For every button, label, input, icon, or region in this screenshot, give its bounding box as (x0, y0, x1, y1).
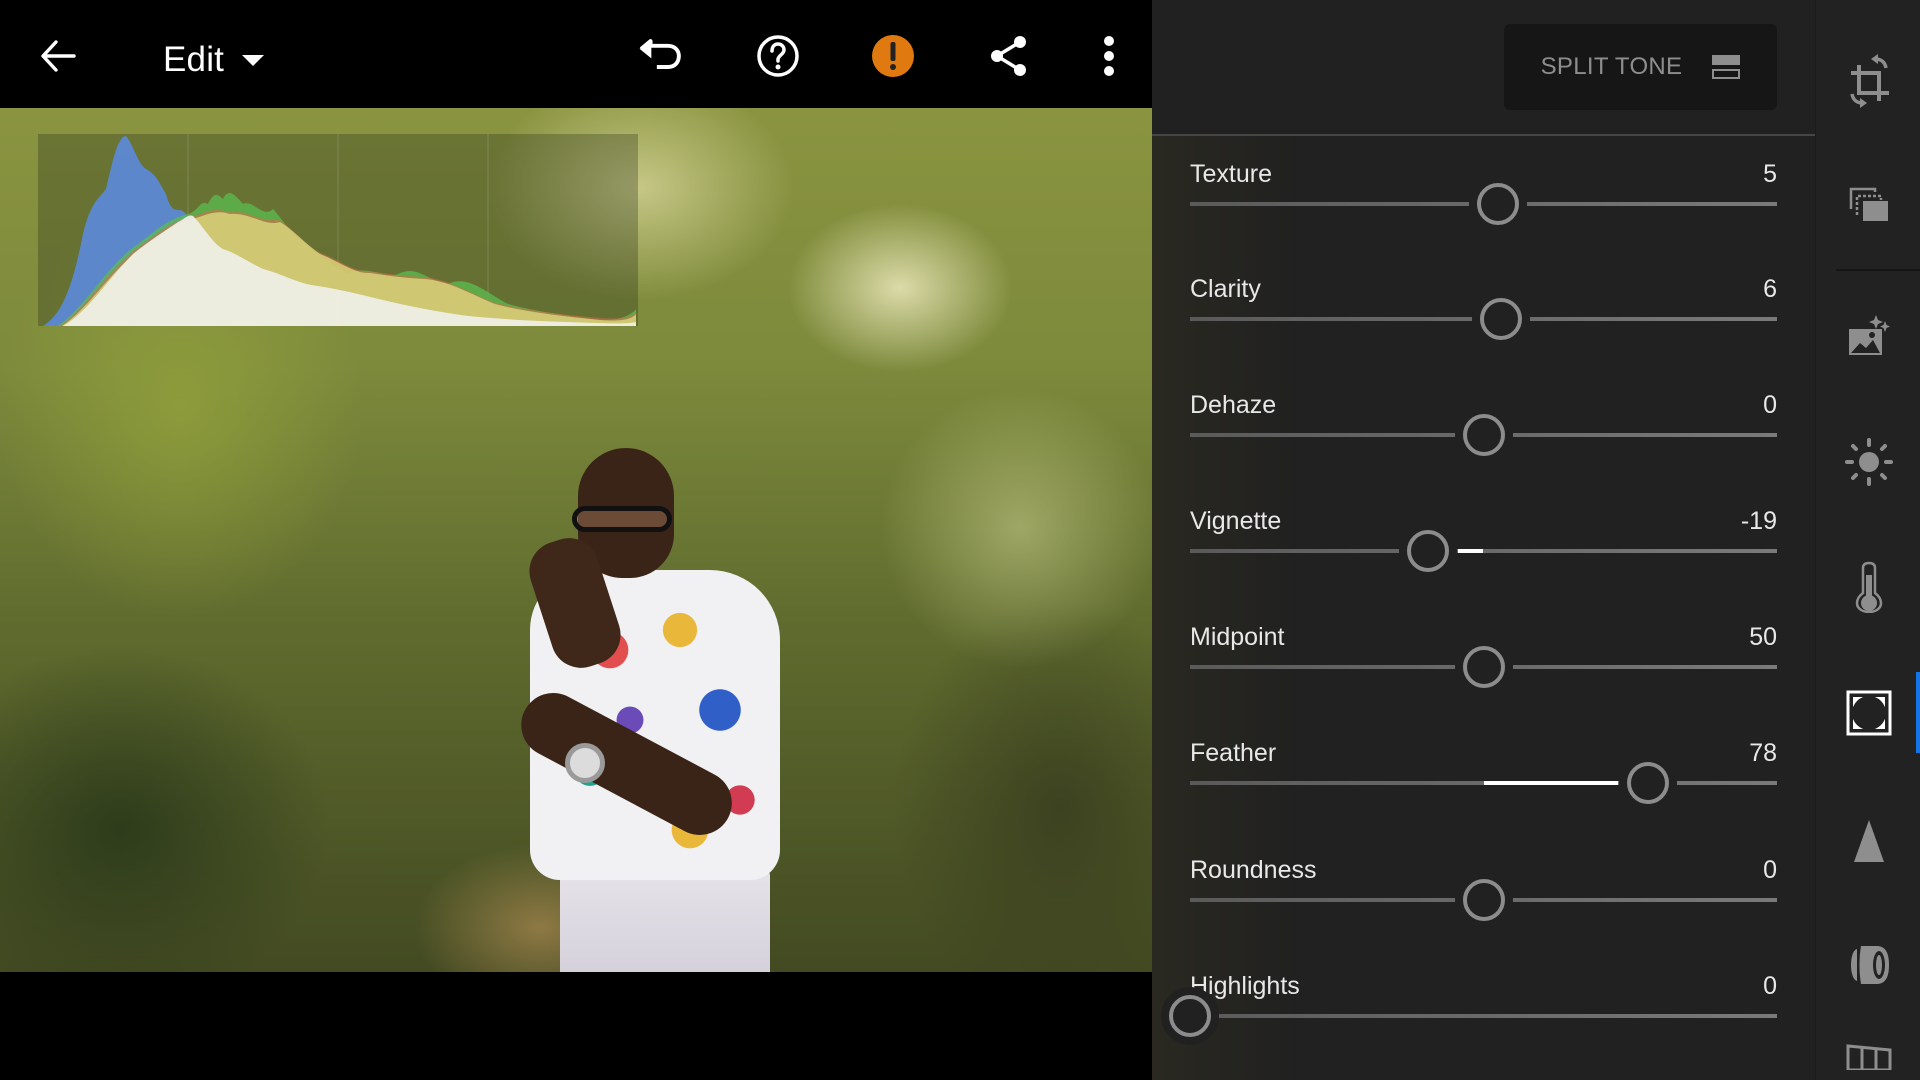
slider-fill (1483, 781, 1618, 785)
split-tone-label: SPLIT TONE (1540, 53, 1683, 80)
more-vertical-icon (1104, 36, 1114, 76)
geometry-icon (1846, 1044, 1891, 1070)
undo-icon (639, 39, 681, 69)
light-sun-icon (1844, 438, 1893, 486)
split-tone-button[interactable]: SPLIT TONE (1504, 24, 1777, 110)
slider-knob[interactable] (1462, 879, 1505, 921)
slider-knob[interactable] (1480, 298, 1523, 340)
optics-lens-icon (1850, 946, 1889, 984)
slider-value[interactable]: 50 (1749, 623, 1777, 652)
slider-feather: Feather 78 (1190, 739, 1777, 849)
slider-label: Roundness (1190, 856, 1317, 884)
slider-value[interactable]: -19 (1741, 507, 1777, 536)
tool-light[interactable] (1816, 417, 1920, 507)
slider-label: Clarity (1190, 275, 1261, 303)
slider-midpoint: Midpoint 50 (1190, 623, 1777, 733)
slider-value[interactable]: 0 (1763, 391, 1777, 420)
slider-knob[interactable] (1626, 762, 1669, 804)
alert-button[interactable] (871, 34, 915, 78)
help-circle-icon (757, 35, 799, 77)
share-icon (991, 36, 1026, 76)
tool-color[interactable] (1816, 542, 1920, 632)
back-button[interactable] (36, 34, 80, 78)
tool-auto[interactable] (1816, 290, 1920, 380)
edit-mode-label: Edit (163, 40, 225, 79)
slider-value[interactable]: 6 (1763, 275, 1777, 304)
edit-mode-dropdown[interactable]: Edit (163, 40, 265, 80)
slider-clarity: Clarity 6 (1190, 275, 1777, 385)
panel-divider (1152, 134, 1815, 136)
tool-effects[interactable] (1816, 668, 1920, 758)
panel-header: SPLIT TONE (1152, 0, 1815, 134)
slider-knob[interactable] (1406, 530, 1449, 572)
slider-label: Highlights (1190, 972, 1300, 1000)
tool-optics[interactable] (1816, 920, 1920, 1010)
slider-dehaze: Dehaze 0 (1190, 391, 1777, 501)
undo-button[interactable] (638, 34, 682, 78)
tool-geometry[interactable] (1816, 1040, 1920, 1080)
tool-presets[interactable] (1816, 160, 1920, 250)
slider-value[interactable]: 78 (1749, 739, 1777, 768)
slider-label: Dehaze (1190, 391, 1277, 419)
slider-highlights: Highlights 0 (1169, 972, 1777, 1080)
detail-triangle-icon (1853, 820, 1884, 862)
alert-circle-icon (872, 35, 914, 77)
tool-strip-divider (1836, 269, 1920, 271)
more-options-button[interactable] (1087, 34, 1131, 78)
bottom-area (0, 972, 1152, 1080)
histogram[interactable] (38, 134, 638, 326)
slider-knob[interactable] (1462, 646, 1505, 688)
tool-detail[interactable] (1816, 796, 1920, 886)
photo-canvas[interactable] (0, 108, 1152, 972)
share-button[interactable] (987, 34, 1031, 78)
photo-subject-pants (560, 868, 770, 972)
slider-label: Vignette (1190, 507, 1282, 535)
tool-crop[interactable] (1816, 36, 1920, 126)
presets-icon (1849, 187, 1888, 221)
slider-knob[interactable] (1477, 183, 1520, 225)
arrow-left-icon (41, 40, 76, 72)
photo-subject-glasses (572, 506, 672, 532)
help-button[interactable] (756, 34, 800, 78)
effects-vignette-icon (1846, 690, 1891, 736)
slider-label: Midpoint (1190, 623, 1285, 651)
tool-strip (1815, 0, 1920, 1080)
slider-knob[interactable] (1462, 414, 1505, 456)
thermometer-icon (1855, 561, 1882, 613)
crop-rotate-icon (1849, 54, 1889, 108)
slider-value[interactable]: 5 (1763, 160, 1777, 189)
slider-value[interactable]: 0 (1763, 972, 1777, 1001)
slider-fill (1457, 549, 1484, 553)
slider-vignette: Vignette -19 (1190, 507, 1777, 617)
caret-down-icon (242, 54, 265, 66)
photo-subject-watch (565, 743, 605, 783)
split-tone-icon (1712, 55, 1741, 79)
top-bar: Edit (0, 0, 1152, 108)
slider-label: Feather (1190, 739, 1277, 767)
adjustments-panel: SPLIT TONE Texture 5 Clarity 6 Dehaze 0 Vignet… (1152, 0, 1815, 1080)
histogram-graph (43, 134, 636, 326)
slider-value[interactable]: 0 (1763, 856, 1777, 885)
active-tool-indicator (1916, 672, 1920, 753)
auto-enhance-icon (1848, 315, 1890, 355)
slider-track[interactable] (1190, 549, 1777, 553)
slider-knob[interactable] (1169, 995, 1211, 1037)
slider-texture: Texture 5 (1190, 160, 1777, 270)
slider-roundness: Roundness 0 (1190, 856, 1777, 966)
slider-label: Texture (1190, 160, 1272, 188)
slider-track[interactable] (1190, 1014, 1777, 1018)
